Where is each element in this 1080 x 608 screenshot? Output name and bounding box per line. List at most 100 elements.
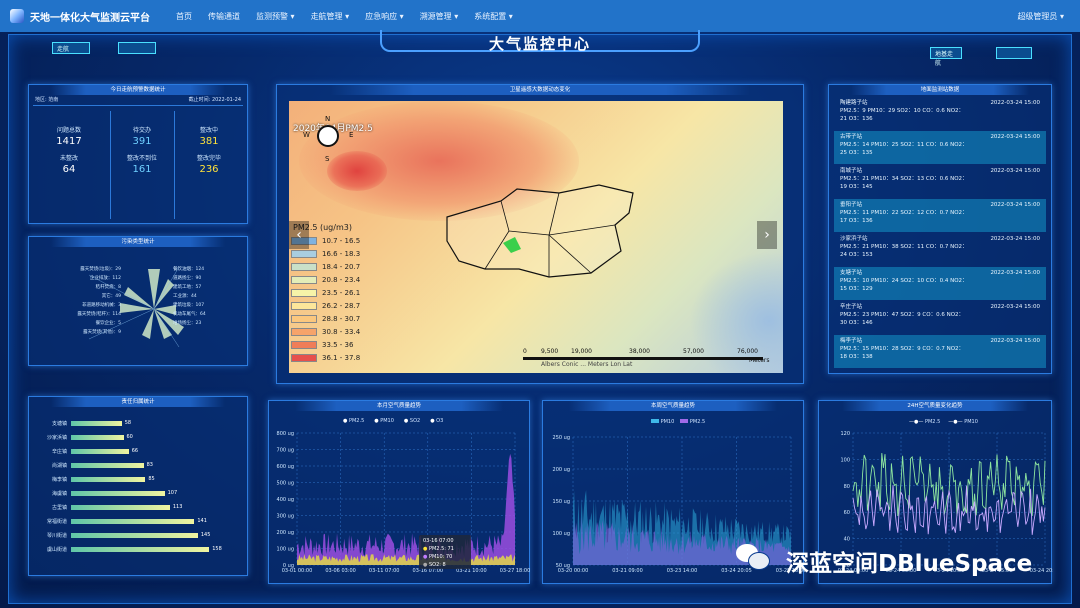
rank-value: 107: [167, 490, 178, 496]
station-item[interactable]: 南城子站 2022-03-24 15:00 PM2.5：21 PM10：34 SO2…: [834, 165, 1046, 198]
rank-bar: [71, 448, 129, 454]
map-panel: 卫星遥感大数据动态变化 2020年04月PM2.5 N W E S PM2.5 …: [276, 84, 804, 384]
rose-labels-left: 露天焚烧(垃圾)：29 企业排放：112 秸秆焚烧：8 其它：49 非道路移动机械：3 露…: [77, 267, 121, 335]
rank-panel: 责任归属统计 支塘镇 58 沙家浜镇 60 辛庄镇 66 尚湖镇 83 梅李镇 85 海虞镇 107 古…: [28, 396, 248, 576]
rank-name: 常福街道: [46, 518, 67, 525]
rank-name: 琴川街道: [46, 532, 67, 539]
region-label: 地区: 范南: [35, 97, 59, 103]
x-tick-label: 03-27 18:00: [500, 568, 531, 574]
rank-row: 琴川街道 145: [39, 531, 210, 539]
rank-bar: [71, 476, 146, 482]
stat-unfixed: 未整改 64: [59, 155, 78, 175]
top-nav: 天地一体化大气监测云平台 首页 传输通道 监测预警 ▾ 走航管理 ▾ 应急响应 …: [0, 0, 1080, 32]
y-tick-label: 40: [844, 537, 850, 543]
stat-total: 问题总数 1417: [56, 127, 82, 147]
y-tick-label: 200 ug: [277, 530, 294, 536]
rank-row: 海虞镇 107: [39, 489, 177, 497]
panel-title: 今日走航预警数据统计: [50, 85, 226, 95]
stat-insufficient: 整改不到位 161: [126, 155, 157, 175]
rank-name: 尚湖镇: [51, 462, 67, 469]
rank-bar: [71, 462, 144, 468]
rank-row: 沙家浜镇 60: [39, 433, 133, 441]
station-item[interactable]: 古带子站 2022-03-24 15:00 PM2.5：14 PM10：25 SO2…: [834, 131, 1046, 164]
rank-value: 113: [172, 504, 183, 510]
x-tick-label: 03-20 00:00: [558, 568, 589, 574]
y-tick-label: 700 ug: [277, 448, 294, 454]
y-tick-label: 60: [844, 510, 850, 516]
tab-blank-left[interactable]: [118, 42, 156, 54]
rank-row: 常福街道 141: [39, 517, 207, 525]
y-tick-label: 800 ug: [277, 431, 294, 437]
station-item[interactable]: 垂阳子站 2022-03-24 15:00 PM2.5：11 PM10：22 SO2…: [834, 199, 1046, 232]
rank-bar: [71, 434, 124, 440]
station-item[interactable]: 支塘子站 2022-03-24 15:00 PM2.5：10 PM10：24 SO2…: [834, 267, 1046, 300]
panel-title: 卫星遥感大数据动态变化: [329, 85, 751, 95]
x-tick-label: 03-24 20:00: [1030, 568, 1053, 574]
y-tick-label: 100 ug: [277, 547, 294, 553]
rank-row: 梅李镇 85: [39, 475, 155, 483]
rank-row: 尚湖镇 83: [39, 461, 153, 469]
rank-value: 60: [126, 434, 133, 440]
month-chart-panel: 本月空气质量趋势 ● PM2.5 ● PM10 ● SO2 ● O3 800 u…: [268, 400, 530, 584]
station-item[interactable]: 沙家浜子站 2022-03-24 15:00 PM2.5：21 PM10：38 SO…: [834, 233, 1046, 266]
y-tick-label: 400 ug: [277, 497, 294, 503]
tab-blank-right[interactable]: [996, 47, 1032, 59]
tab-ground[interactable]: 地基走航: [930, 47, 962, 67]
x-tick-label: 03-11 07:00: [369, 568, 400, 574]
y-tick-label: 600 ug: [277, 464, 294, 470]
pollution-map[interactable]: 2020年04月PM2.5 N W E S PM2.5 (ug/m3) 10.7…: [289, 101, 783, 373]
watermark: 深蓝空间DBlueSpace: [786, 551, 1033, 577]
x-tick-label: 03-21 09:00: [612, 568, 643, 574]
tab-mobile[interactable]: 走航: [52, 42, 90, 54]
rank-value: 83: [146, 462, 153, 468]
y-tick-label: 500 ug: [277, 481, 294, 487]
x-tick-label: 03-01 00:00: [282, 568, 313, 574]
nav-item-monitor[interactable]: 监测预警 ▾: [256, 11, 295, 22]
user-menu[interactable]: 超级管理员 ▾: [1017, 11, 1064, 22]
station-item[interactable]: 梅李子站 2022-03-24 15:00 PM2.5：15 PM10：28 SO2…: [834, 335, 1046, 368]
stats-panel: 今日走航预警数据统计 地区: 范南 截止时间: 2022-01-24 问题总数 1…: [28, 84, 248, 224]
nav-item-home[interactable]: 首页: [176, 11, 192, 22]
y-tick-label: 80: [844, 484, 850, 490]
stat-done: 整改完毕 236: [196, 155, 221, 175]
nav-item-emergency[interactable]: 应急响应 ▾: [365, 11, 404, 22]
rank-row: 古里镇 113: [39, 503, 182, 511]
y-tick-label: 250 ug: [553, 435, 570, 441]
rank-bar: [71, 546, 210, 552]
scale-bar: 0 9,500 19,000 38,000 57,000 76,000 Mete…: [523, 348, 770, 368]
compass-icon: N W E S: [303, 115, 354, 163]
x-tick-label: 03-06 03:00: [325, 568, 356, 574]
nav-item-trace[interactable]: 溯源管理 ▾: [420, 11, 459, 22]
station-item[interactable]: 辛庄子站 2022-03-24 15:00 PM2.5：23 PM10：47 SO2…: [834, 301, 1046, 334]
app-title: 天地一体化大气监测云平台: [30, 12, 150, 24]
stat-fixing: 整改中 381: [199, 127, 219, 147]
rose-labels-right: 餐饮油烟：124 道路扬尘：90 建筑工地：57 工业源：44 建筑垃圾：107 机动车尾…: [173, 267, 206, 326]
map-prev-button[interactable]: ‹: [289, 221, 309, 249]
rank-bar: [71, 490, 165, 496]
rank-value: 141: [197, 518, 207, 524]
rank-name: 沙家浜镇: [46, 434, 67, 441]
rank-row: 辛庄镇 66: [39, 447, 138, 455]
station-item[interactable]: 陶建路子站 2022-03-24 15:00 PM2.5：9 PM10：29 SO2…: [834, 97, 1046, 130]
panel-title: 地面监测站数据: [851, 85, 1029, 95]
pollution-panel: 污染类型统计 餐饮油烟：124 道路扬尘：90 建筑工地：57 工业源：44 建筑垃圾：…: [28, 236, 248, 366]
page-title: 大气监控中心: [488, 35, 591, 53]
nav-item-transport[interactable]: 传输通道: [208, 11, 240, 22]
nav-item-mobile[interactable]: 走航管理 ▾: [311, 11, 350, 22]
x-tick-label: 03-23 14:00: [667, 568, 698, 574]
y-tick-label: 100: [840, 457, 850, 463]
y-tick-label: 300 ug: [277, 514, 294, 520]
rank-bar: [71, 504, 170, 510]
station-panel: 地面监测站数据 陶建路子站 2022-03-24 15:00 PM2.5：9 PM1…: [828, 84, 1052, 374]
panel-title: 污染类型统计: [50, 237, 226, 247]
rank-value: 145: [200, 532, 211, 538]
rank-bar: [71, 420, 122, 426]
nav-item-config[interactable]: 系统配置 ▾: [474, 11, 513, 22]
map-next-button[interactable]: ›: [757, 221, 777, 249]
y-tick-label: 120: [840, 431, 850, 437]
wechat-icon: [734, 540, 774, 574]
stat-pending: 待交办 391: [132, 127, 152, 147]
time-label: 截止时间: 2022-01-24: [188, 97, 241, 103]
rank-name: 古里镇: [51, 504, 67, 511]
district-outline: [446, 184, 634, 278]
